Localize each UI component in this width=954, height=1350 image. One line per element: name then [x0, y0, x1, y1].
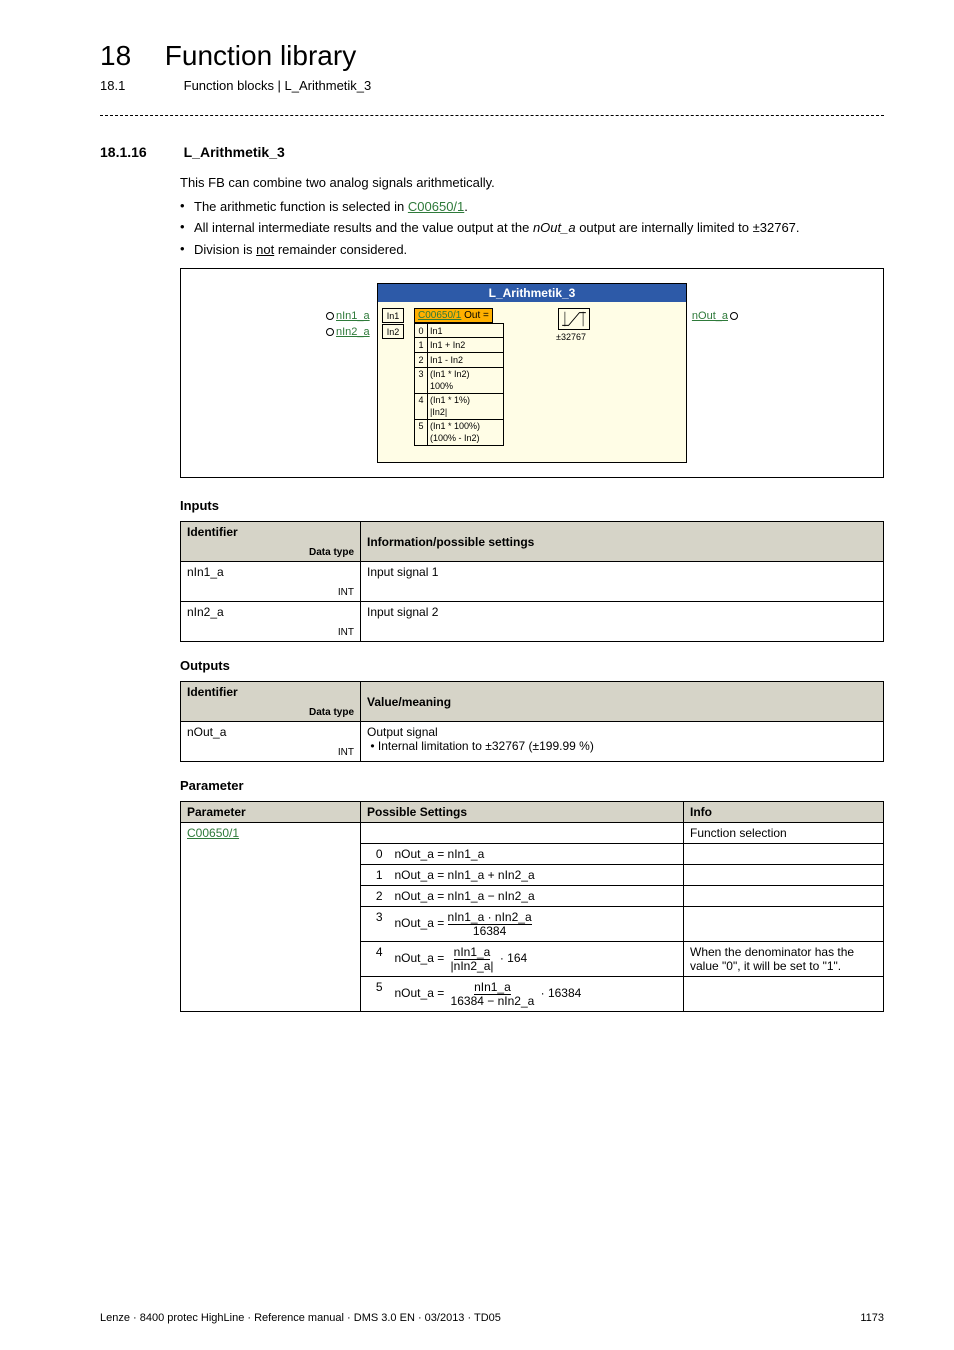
- output-port: nOut_a: [692, 310, 738, 322]
- param-link[interactable]: C00650/1: [408, 199, 464, 214]
- inputs-heading: Inputs: [180, 498, 884, 513]
- chapter-title: Function library: [165, 40, 356, 71]
- fb-title: L_Arithmetik_3: [378, 284, 686, 302]
- setting-index: 2: [361, 886, 389, 907]
- setting-index: 1: [361, 865, 389, 886]
- setting-index: 0: [361, 844, 389, 865]
- fb-body: nIn1_a nIn2_a In1 In2 C00650/1 Out = 0In…: [378, 302, 686, 462]
- th-identifier: Identifier Data type: [181, 522, 361, 562]
- input-id: nIn1_a: [187, 565, 224, 579]
- info-cell: When the denominator has the value "0", …: [684, 942, 884, 977]
- diagram-frame: L_Arithmetik_3 nIn1_a nIn2_a In1 In2 C00…: [180, 268, 884, 478]
- port-circle-icon: [326, 328, 334, 336]
- subsection-title: L_Arithmetik_3: [184, 144, 285, 160]
- option-block: C00650/1 Out = 0In1 1In1 + In2 2In1 - In…: [414, 308, 504, 446]
- th-datatype: Data type: [187, 547, 354, 558]
- option-row: 1In1 + In2: [414, 338, 504, 353]
- info-cell: [684, 977, 884, 1012]
- limiter-label: ±32767: [556, 332, 586, 342]
- setting-formula: nOut_a = nIn1_a: [389, 844, 684, 865]
- info-cell: Function selection: [684, 823, 884, 844]
- in-pin-1: In1: [382, 308, 404, 323]
- table-row: nIn2_a INT Input signal 2: [181, 602, 884, 642]
- in-pin-2: In2: [382, 324, 404, 339]
- param-link[interactable]: C00650/1: [187, 826, 239, 840]
- setting-formula: nOut_a = nIn1_a + nIn2_a: [389, 865, 684, 886]
- bullet-text: All internal intermediate results and th…: [194, 219, 884, 237]
- setting-formula: nOut_a = nIn1_a · nIn2_a16384: [389, 907, 684, 942]
- th-settings: Possible Settings: [361, 802, 684, 823]
- th-identifier: Identifier Data type: [181, 682, 361, 722]
- bullet-item: • Division is not remainder considered.: [180, 241, 884, 259]
- table-row: nIn1_a INT Input signal 1: [181, 562, 884, 602]
- footer-page-number: 1173: [860, 1312, 884, 1324]
- input-pins: In1 In2: [382, 308, 404, 340]
- input-id: nIn2_a: [187, 605, 224, 619]
- outputs-heading: Outputs: [180, 658, 884, 673]
- th-parameter: Parameter: [181, 802, 361, 823]
- port-circle-icon: [326, 312, 334, 320]
- setting-formula: nOut_a = nIn1_a|nIn2_a| · 164: [389, 942, 684, 977]
- subsection-number: 18.1.16: [100, 144, 180, 160]
- bullet-dot: •: [180, 219, 194, 237]
- option-row: 0In1: [414, 323, 504, 338]
- bullet-item: • All internal intermediate results and …: [180, 219, 884, 237]
- info-cell: [684, 865, 884, 886]
- bullet-dot: •: [180, 198, 194, 216]
- intro-block: This FB can combine two analog signals a…: [180, 174, 884, 258]
- bullet-dot: •: [180, 241, 194, 259]
- input-desc: Input signal 1: [361, 562, 884, 602]
- setting-index: 4: [361, 942, 389, 977]
- inputs-table: Identifier Data type Information/possibl…: [180, 521, 884, 642]
- option-row: 2In1 - In2: [414, 353, 504, 368]
- input-port-1: nIn1_a: [326, 310, 370, 322]
- page-footer: Lenze · 8400 protec HighLine · Reference…: [100, 1312, 884, 1324]
- setting-index: 5: [361, 977, 389, 1012]
- info-cell: [684, 907, 884, 942]
- page-header: 18 Function library 18.1 Function blocks…: [100, 40, 884, 93]
- th-info: Information/possible settings: [361, 522, 884, 562]
- input-dt: INT: [187, 627, 354, 638]
- option-row: 3(In1 * In2) 100%: [414, 368, 504, 394]
- output-id: nOut_a: [187, 725, 226, 739]
- footer-left: Lenze · 8400 protec HighLine · Reference…: [100, 1312, 501, 1324]
- th-value: Value/meaning: [361, 682, 884, 722]
- bullet-item: • The arithmetic function is selected in…: [180, 198, 884, 216]
- function-block-box: L_Arithmetik_3 nIn1_a nIn2_a In1 In2 C00…: [377, 283, 687, 463]
- input-desc: Input signal 2: [361, 602, 884, 642]
- parameter-table: Parameter Possible Settings Info C00650/…: [180, 801, 884, 1012]
- section-title: Function blocks | L_Arithmetik_3: [184, 78, 372, 93]
- option-row: 5(In1 * 100%) (100% - In2): [414, 420, 504, 446]
- outputs-table: Identifier Data type Value/meaning nOut_…: [180, 681, 884, 762]
- th-datatype: Data type: [187, 707, 354, 718]
- subsection-heading: 18.1.16 L_Arithmetik_3: [100, 144, 884, 160]
- bullet-text: Division is not remainder considered.: [194, 241, 884, 259]
- info-cell: [684, 886, 884, 907]
- input-dt: INT: [187, 587, 354, 598]
- port-circle-icon: [730, 312, 738, 320]
- bullet-text: The arithmetic function is selected in C…: [194, 198, 884, 216]
- limiter-icon: [558, 308, 590, 330]
- input-port-2: nIn2_a: [326, 326, 370, 338]
- setting-index: 3: [361, 907, 389, 942]
- divider: [100, 115, 884, 116]
- setting-formula: nOut_a = nIn1_a − nIn2_a: [389, 886, 684, 907]
- th-info: Info: [684, 802, 884, 823]
- intro-para: This FB can combine two analog signals a…: [180, 174, 884, 192]
- italic-term: nOut_a: [533, 220, 576, 235]
- output-desc: Output signal • Internal limitation to ±…: [361, 722, 884, 762]
- setting-formula: nOut_a = nIn1_a16384 − nIn2_a · 16384: [389, 977, 684, 1012]
- table-row: nOut_a INT Output signal • Internal limit…: [181, 722, 884, 762]
- info-cell: [684, 844, 884, 865]
- output-dt: INT: [187, 747, 354, 758]
- option-row: 4(In1 * 1%) |In2|: [414, 394, 504, 420]
- chapter-number: 18: [100, 40, 131, 72]
- option-header: C00650/1 Out =: [414, 308, 493, 323]
- section-number: 18.1: [100, 78, 180, 93]
- parameter-heading: Parameter: [180, 778, 884, 793]
- table-row: C00650/1 Function selection: [181, 823, 884, 844]
- settings-blank: [361, 823, 684, 844]
- underline-term: not: [256, 242, 274, 257]
